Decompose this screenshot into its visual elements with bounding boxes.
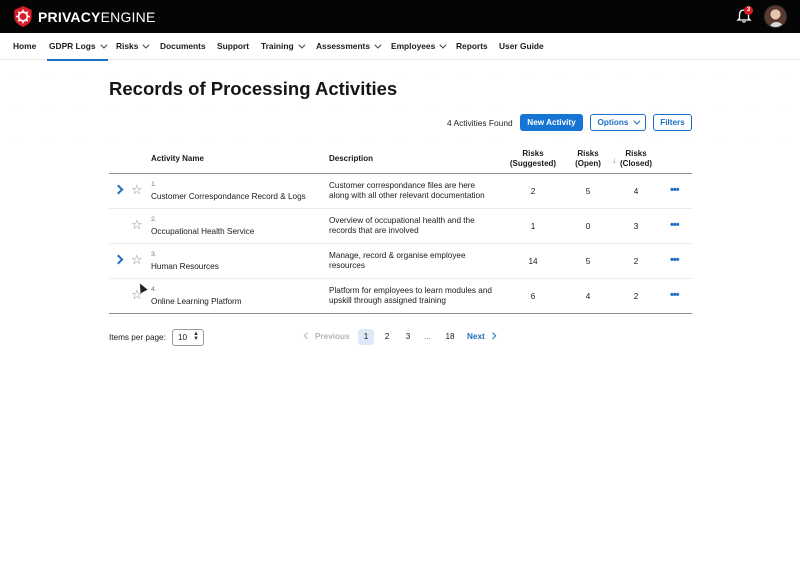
row-number: 2. [151, 216, 157, 223]
page-title: Records of Processing Activities [109, 78, 398, 99]
nav-item-reports[interactable]: Reports [456, 33, 488, 60]
header-description: Description [329, 154, 374, 163]
activity-description: Platform for employees to learn modules … [329, 286, 492, 306]
up-down-arrows-icon: ▲ ▼ [193, 331, 199, 342]
options-button[interactable]: Options [590, 114, 646, 131]
risks-closed: 3 [633, 222, 639, 231]
chevron-down-icon [374, 41, 382, 49]
risks-closed: 2 [633, 257, 639, 266]
header-risks-suggested[interactable]: Risks (Suggested) [508, 149, 558, 169]
pagination-page-last[interactable]: 18 [442, 329, 458, 345]
pagination-page-3[interactable]: 3 [400, 329, 416, 345]
risks-open: 5 [585, 257, 591, 266]
row-number: 1. [151, 181, 157, 188]
risks-suggested: 2 [530, 187, 536, 196]
results-count: 4 Activities Found [447, 118, 513, 128]
risks-suggested: 6 [530, 292, 536, 301]
chevron-right-icon[interactable] [113, 254, 124, 265]
nav-item-gdpr-logs[interactable]: GDPR Logs [47, 33, 108, 61]
pagination-ellipsis: ... [424, 332, 431, 341]
privacy-engine-logo-icon [14, 6, 32, 27]
activity-name[interactable]: Human Resources [151, 262, 219, 271]
more-dots-icon[interactable]: ••• [670, 290, 680, 301]
star-outline-icon[interactable]: ☆ [131, 253, 143, 267]
table-header: Activity Name Description Risks (Suggeste… [109, 146, 692, 174]
pagination-next[interactable]: Next [467, 329, 497, 345]
items-per-page-label: Items per page: [109, 333, 166, 342]
activity-name[interactable]: Online Learning Platform [151, 297, 242, 306]
chevron-left-icon [303, 332, 311, 340]
nav-item-employees[interactable]: Employees [391, 33, 447, 60]
nav-item-home[interactable]: Home [13, 33, 36, 60]
risks-closed: 2 [633, 292, 639, 301]
nav-item-training[interactable]: Training [261, 33, 306, 60]
activity-description: Customer correspondance files are here a… [329, 181, 485, 201]
risks-suggested: 14 [528, 257, 538, 266]
nav-item-assessments[interactable]: Assessments [316, 33, 382, 60]
main-nav: Home GDPR Logs Risks Documents Support T… [0, 33, 800, 61]
pagination-page-1[interactable]: 1 [358, 329, 374, 345]
more-dots-icon[interactable]: ••• [670, 185, 680, 196]
activity-description: Manage, record & organise employee resou… [329, 251, 466, 271]
nav-item-risks[interactable]: Risks [116, 33, 150, 60]
chevron-down-icon [297, 41, 306, 49]
row-number: 4. [151, 286, 157, 293]
more-dots-icon[interactable]: ••• [670, 220, 680, 231]
brand-logo[interactable]: PRIVACYENGINE [13, 6, 156, 27]
user-avatar[interactable] [764, 5, 787, 28]
risks-suggested: 1 [530, 222, 536, 231]
header-risks-open[interactable]: Risks (Open) [568, 149, 608, 169]
risks-open: 0 [585, 222, 591, 231]
pagination-previous[interactable]: Previous [303, 329, 350, 345]
star-outline-icon[interactable]: ☆ [131, 218, 143, 232]
chevron-down-icon [439, 41, 447, 49]
table-row[interactable]: ☆ 1. Customer Correspondance Record & Lo… [109, 174, 692, 209]
nav-item-documents[interactable]: Documents [160, 33, 206, 60]
nav-item-user-guide[interactable]: User Guide [499, 33, 544, 60]
chevron-down-icon [633, 117, 641, 125]
nav-item-support[interactable]: Support [217, 33, 249, 60]
table-row[interactable]: ☆ 4. Online Learning Platform Platform f… [109, 279, 692, 314]
risks-closed: 4 [633, 187, 639, 196]
header-risks-closed[interactable]: Risks (Closed) [616, 149, 656, 169]
activity-name[interactable]: Occupational Health Service [151, 227, 254, 236]
header-activity-name[interactable]: Activity Name [151, 154, 204, 164]
table-row[interactable]: ☆ 3. Human Resources Manage, record & or… [109, 244, 692, 279]
risks-open: 5 [585, 187, 591, 196]
new-activity-button[interactable]: New Activity [520, 114, 583, 131]
star-outline-icon[interactable]: ☆ [131, 183, 143, 197]
top-bar: PRIVACYENGINE 3 [0, 0, 800, 33]
brand-name: PRIVACYENGINE [38, 8, 156, 25]
pagination-page-2[interactable]: 2 [379, 329, 395, 345]
chevron-down-icon [99, 41, 107, 49]
table-row[interactable]: ☆ 2. Occupational Health Service Overvie… [109, 209, 692, 244]
activity-description: Overview of occupational health and the … [329, 216, 475, 236]
notification-badge: 3 [744, 6, 753, 15]
chevron-right-icon[interactable] [113, 184, 124, 195]
activity-name[interactable]: Customer Correspondance Record & Logs [151, 192, 306, 201]
filters-button[interactable]: Filters [653, 114, 692, 131]
more-dots-icon[interactable]: ••• [670, 255, 680, 266]
chevron-down-icon [142, 41, 150, 49]
items-per-page-select[interactable]: 10 ▲ ▼ [172, 329, 204, 346]
risks-open: 4 [585, 292, 591, 301]
row-number: 3. [151, 251, 157, 258]
chevron-right-icon [489, 332, 497, 340]
